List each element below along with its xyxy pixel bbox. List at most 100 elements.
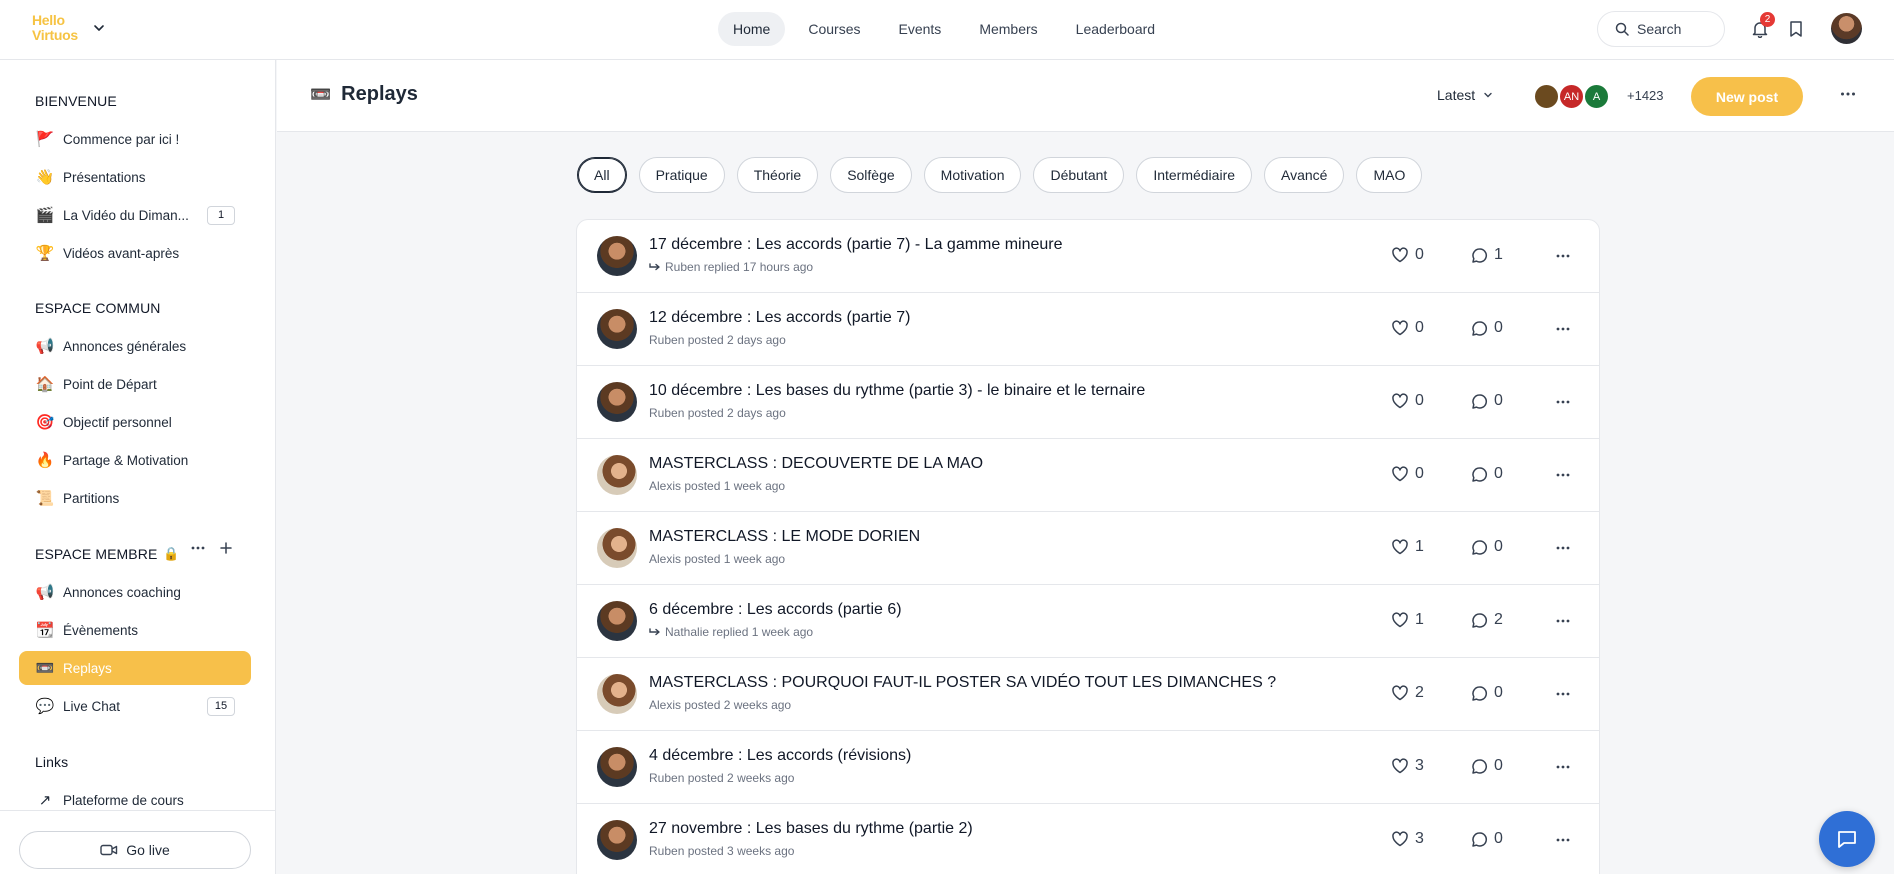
filter-chip-pratique[interactable]: Pratique <box>638 157 725 193</box>
post-options-button[interactable] <box>1555 540 1571 556</box>
sidebar-item-partage-motivation[interactable]: 🔥 Partage & Motivation <box>19 443 251 477</box>
like-button[interactable]: 3 <box>1391 757 1424 775</box>
author-avatar[interactable] <box>597 382 637 422</box>
sidebar-item-présentations[interactable]: 👋 Présentations <box>19 160 251 194</box>
filter-chip-solfège[interactable]: Solfège <box>830 157 912 193</box>
sidebar-item-annonces-coaching[interactable]: 📢 Annonces coaching <box>19 575 251 609</box>
post-title[interactable]: 4 décembre : Les accords (révisions) <box>649 747 911 765</box>
post-title[interactable]: 10 décembre : Les bases du rythme (parti… <box>649 382 1145 400</box>
post-options-button[interactable] <box>1555 686 1571 702</box>
author-avatar[interactable] <box>597 236 637 276</box>
post-title[interactable]: 27 novembre : Les bases du rythme (parti… <box>649 820 973 838</box>
user-avatar[interactable] <box>1831 13 1862 44</box>
comment-button[interactable]: 0 <box>1471 392 1503 410</box>
brand-line-2: Virtuos <box>32 27 78 43</box>
post-title[interactable]: MASTERCLASS : POURQUOI FAUT-IL POSTER SA… <box>649 674 1276 692</box>
community-switcher[interactable]: Hello Virtuos <box>32 13 106 43</box>
sidebar-item-point-de-départ[interactable]: 🏠 Point de Départ <box>19 367 251 401</box>
post-title[interactable]: MASTERCLASS : LE MODE DORIEN <box>649 528 920 546</box>
post-options-button[interactable] <box>1555 613 1571 629</box>
plus-icon[interactable] <box>218 540 234 556</box>
heart-icon <box>1391 612 1409 628</box>
filter-chip-débutant[interactable]: Débutant <box>1033 157 1125 193</box>
like-button[interactable]: 0 <box>1391 246 1424 264</box>
comment-button[interactable]: 0 <box>1471 319 1503 337</box>
sidebar-item-objectif-personnel[interactable]: 🎯 Objectif personnel <box>19 405 251 439</box>
like-button[interactable]: 0 <box>1391 319 1424 337</box>
sidebar-item-live-chat[interactable]: 💬 Live Chat 15 <box>19 689 251 723</box>
filter-chip-mao[interactable]: MAO <box>1356 157 1423 193</box>
sidebar-item-partitions[interactable]: 📜 Partitions <box>19 481 251 515</box>
post-options-button[interactable] <box>1555 321 1571 337</box>
chevron-down-icon[interactable] <box>92 21 106 35</box>
like-button[interactable]: 1 <box>1391 611 1424 629</box>
post-row[interactable]: 10 décembre : Les bases du rythme (parti… <box>577 366 1599 439</box>
post-row[interactable]: MASTERCLASS : LE MODE DORIEN Alexis poste… <box>577 512 1599 585</box>
comment-button[interactable]: 0 <box>1471 830 1503 848</box>
notifications-button[interactable]: 2 <box>1748 12 1775 41</box>
post-title[interactable]: 17 décembre : Les accords (partie 7) - L… <box>649 236 1063 254</box>
search-button[interactable]: Search <box>1597 11 1725 47</box>
comment-button[interactable]: 2 <box>1471 611 1503 629</box>
sidebar-item-annonces-générales[interactable]: 📢 Annonces générales <box>19 329 251 363</box>
filter-chip-motivation[interactable]: Motivation <box>923 157 1022 193</box>
like-button[interactable]: 2 <box>1391 684 1424 702</box>
sidebar-item-commence-par-ici[interactable]: 🚩 Commence par ici ! <box>19 122 251 156</box>
filter-chip-all[interactable]: All <box>577 157 627 193</box>
nav-home[interactable]: Home <box>718 12 786 46</box>
post-title[interactable]: MASTERCLASS : DECOUVERTE DE LA MAO <box>649 455 983 473</box>
nav-courses[interactable]: Courses <box>793 12 875 46</box>
go-live-button[interactable]: Go live <box>19 831 251 869</box>
chat-launcher-button[interactable] <box>1819 811 1875 867</box>
like-button[interactable]: 3 <box>1391 830 1424 848</box>
post-row[interactable]: 27 novembre : Les bases du rythme (parti… <box>577 804 1599 874</box>
post-row[interactable]: 12 décembre : Les accords (partie 7) Rube… <box>577 293 1599 366</box>
author-avatar[interactable] <box>597 455 637 495</box>
nav-leaderboard[interactable]: Leaderboard <box>1061 12 1170 46</box>
filter-chip-avancé[interactable]: Avancé <box>1264 157 1345 193</box>
post-meta-text: Alexis posted 1 week ago <box>649 552 786 566</box>
nav-members[interactable]: Members <box>964 12 1052 46</box>
author-avatar[interactable] <box>597 601 637 641</box>
more-horizontal-icon[interactable] <box>190 540 206 556</box>
space-options-button[interactable] <box>1839 85 1857 108</box>
author-avatar[interactable] <box>597 528 637 568</box>
comment-button[interactable]: 0 <box>1471 757 1503 775</box>
member-count[interactable]: +1423 <box>1627 88 1664 103</box>
comment-button[interactable]: 0 <box>1471 465 1503 483</box>
like-button[interactable]: 0 <box>1391 392 1424 410</box>
like-button[interactable]: 1 <box>1391 538 1424 556</box>
filter-chip-intermédiaire[interactable]: Intermédiaire <box>1136 157 1253 193</box>
post-options-button[interactable] <box>1555 832 1571 848</box>
sidebar-item-vidéos-avant-après[interactable]: 🏆 Vidéos avant-après <box>19 236 251 270</box>
sidebar-item-la-vidéo-du-diman[interactable]: 🎬 La Vidéo du Diman... 1 <box>19 198 251 232</box>
post-row[interactable]: MASTERCLASS : DECOUVERTE DE LA MAO Alexis… <box>577 439 1599 512</box>
nav-events[interactable]: Events <box>884 12 957 46</box>
post-title[interactable]: 6 décembre : Les accords (partie 6) <box>649 601 902 619</box>
post-options-button[interactable] <box>1555 394 1571 410</box>
post-row[interactable]: 6 décembre : Les accords (partie 6) Natha… <box>577 585 1599 658</box>
author-avatar[interactable] <box>597 309 637 349</box>
comment-button[interactable]: 0 <box>1471 684 1503 702</box>
new-post-button[interactable]: New post <box>1691 77 1803 116</box>
sidebar-item-replays[interactable]: 📼 Replays <box>19 651 251 685</box>
like-button[interactable]: 0 <box>1391 465 1424 483</box>
post-options-button[interactable] <box>1555 248 1571 264</box>
post-options-button[interactable] <box>1555 759 1571 775</box>
author-avatar[interactable] <box>597 820 637 860</box>
post-options-button[interactable] <box>1555 467 1571 483</box>
author-avatar[interactable] <box>597 747 637 787</box>
sidebar-item-évènements[interactable]: 📆 Évènements <box>19 613 251 647</box>
post-title[interactable]: 12 décembre : Les accords (partie 7) <box>649 309 910 327</box>
post-row[interactable]: MASTERCLASS : POURQUOI FAUT-IL POSTER SA… <box>577 658 1599 731</box>
comment-button[interactable]: 1 <box>1471 246 1503 264</box>
comment-button[interactable]: 0 <box>1471 538 1503 556</box>
post-row[interactable]: 4 décembre : Les accords (révisions) Rube… <box>577 731 1599 804</box>
sidebar-item-plateforme-de-cours[interactable]: ↗ Plateforme de cours <box>19 783 251 817</box>
filter-chip-théorie[interactable]: Théorie <box>736 157 819 193</box>
bookmarks-button[interactable] <box>1784 17 1808 41</box>
member-avatars[interactable]: AN A <box>1533 83 1610 110</box>
author-avatar[interactable] <box>597 674 637 714</box>
post-row[interactable]: 17 décembre : Les accords (partie 7) - L… <box>577 220 1599 293</box>
sort-dropdown[interactable]: Latest <box>1437 87 1493 103</box>
